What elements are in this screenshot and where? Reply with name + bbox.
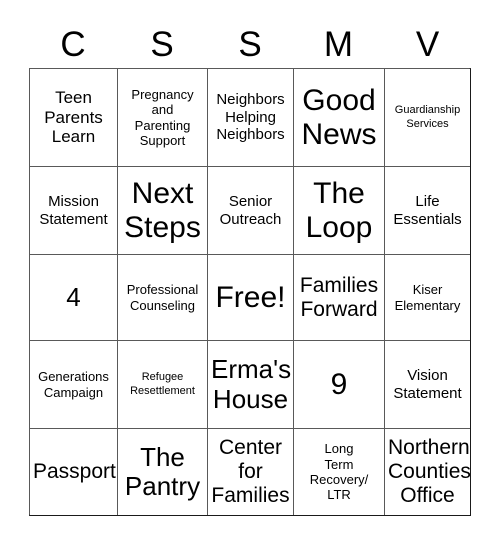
- bingo-cell-label: Teen Parents Learn: [44, 87, 103, 147]
- bingo-header-letter-2: S: [150, 24, 174, 64]
- bingo-cell-label: Long Term Recovery/ LTR: [309, 441, 369, 503]
- bingo-cell-r5c1[interactable]: Passport: [30, 429, 118, 515]
- bingo-cell-r3c1[interactable]: 4: [30, 255, 118, 341]
- bingo-cell-label: 4: [66, 281, 81, 312]
- bingo-header-letter-5: V: [415, 24, 440, 64]
- bingo-cell-label: Next Steps: [124, 176, 201, 244]
- bingo-cell-label: Mission Statement: [39, 192, 108, 228]
- bingo-cell-r2c1[interactable]: Mission Statement: [30, 167, 118, 255]
- bingo-cell-label: Neighbors Helping Neighbors: [216, 91, 285, 144]
- bingo-cell-free-space[interactable]: Free!: [208, 255, 294, 341]
- bingo-cell-r5c3[interactable]: Center for Families: [208, 429, 294, 515]
- bingo-cell-label: Northern Counties Office: [388, 436, 470, 507]
- bingo-cell-r1c3[interactable]: Neighbors Helping Neighbors: [208, 69, 294, 167]
- bingo-cell-label: Vision Statement: [393, 366, 462, 402]
- bingo-cell-r4c1[interactable]: Generations Campaign: [30, 341, 118, 429]
- bingo-cell-r1c2[interactable]: Pregnancy and Parenting Support: [118, 69, 208, 167]
- bingo-cell-r4c5[interactable]: Vision Statement: [385, 341, 470, 429]
- bingo-header-letter-1: C: [60, 24, 86, 64]
- bingo-cell-label: Professional Counseling: [126, 282, 199, 313]
- bingo-cell-r4c3[interactable]: Erma's House: [208, 341, 294, 429]
- bingo-cell-r4c4[interactable]: 9: [294, 341, 385, 429]
- bingo-cell-r5c2[interactable]: The Pantry: [118, 429, 208, 515]
- bingo-cell-label: Kiser Elementary: [394, 282, 461, 313]
- bingo-card: C S S M V Teen Parents Learn Pregnancy a…: [0, 0, 500, 544]
- bingo-cell-label: Passport: [33, 460, 116, 484]
- bingo-cell-label: Good News: [301, 83, 377, 151]
- bingo-cell-r3c5[interactable]: Kiser Elementary: [385, 255, 470, 341]
- bingo-cell-label: Pregnancy and Parenting Support: [131, 86, 194, 148]
- bingo-cell-r3c2[interactable]: Professional Counseling: [118, 255, 208, 341]
- bingo-cell-r3c4[interactable]: Families Forward: [294, 255, 385, 341]
- bingo-cell-label: 9: [330, 367, 348, 401]
- bingo-cell-label: Center for Families: [211, 436, 290, 507]
- bingo-cell-label: Generations Campaign: [38, 369, 109, 400]
- bingo-grid: Teen Parents Learn Pregnancy and Parenti…: [29, 68, 471, 516]
- bingo-cell-r2c4[interactable]: The Loop: [294, 167, 385, 255]
- bingo-cell-label: Senior Outreach: [219, 192, 282, 228]
- bingo-cell-r2c2[interactable]: Next Steps: [118, 167, 208, 255]
- bingo-cell-label: The Pantry: [124, 441, 201, 501]
- bingo-header-row: C S S M V: [29, 20, 471, 68]
- bingo-cell-label: Guardianship Services: [394, 104, 461, 130]
- bingo-cell-r5c4[interactable]: Long Term Recovery/ LTR: [294, 429, 385, 515]
- bingo-cell-label: The Loop: [305, 176, 373, 244]
- bingo-cell-r5c5[interactable]: Northern Counties Office: [385, 429, 470, 515]
- bingo-header-letter-4: M: [323, 24, 354, 64]
- bingo-header-letter-3: S: [238, 24, 262, 64]
- bingo-cell-r1c4[interactable]: Good News: [294, 69, 385, 167]
- bingo-cell-label: Families Forward: [299, 273, 379, 321]
- bingo-cell-r1c1[interactable]: Teen Parents Learn: [30, 69, 118, 167]
- bingo-cell-r2c5[interactable]: Life Essentials: [385, 167, 470, 255]
- bingo-cell-label: Life Essentials: [393, 192, 462, 228]
- bingo-cell-r2c3[interactable]: Senior Outreach: [208, 167, 294, 255]
- bingo-cell-label: Free!: [215, 280, 286, 314]
- bingo-cell-label: Refugee Resettlement: [130, 371, 195, 397]
- bingo-cell-label: Erma's House: [211, 354, 292, 414]
- bingo-cell-r4c2[interactable]: Refugee Resettlement: [118, 341, 208, 429]
- bingo-cell-r1c5[interactable]: Guardianship Services: [385, 69, 470, 167]
